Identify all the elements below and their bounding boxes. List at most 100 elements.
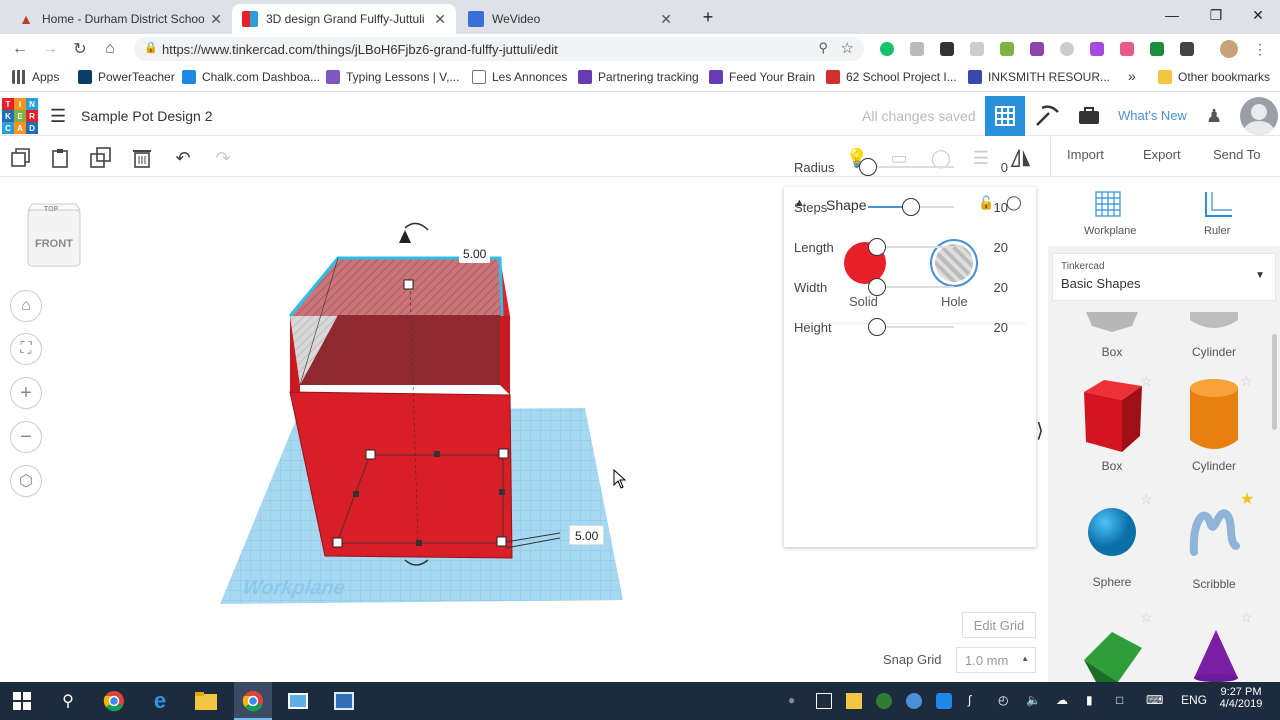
whats-new-link[interactable]: What's New bbox=[1118, 108, 1187, 123]
forward-icon[interactable]: → bbox=[40, 39, 60, 59]
redo-icon[interactable]: ↷ bbox=[212, 147, 234, 169]
home-icon[interactable]: ⌂ bbox=[100, 39, 120, 59]
design-list-icon[interactable]: ☰ bbox=[50, 107, 66, 125]
tray-app-icon[interactable] bbox=[936, 693, 952, 709]
microphone-icon[interactable]: ● bbox=[788, 693, 795, 707]
browser-tab[interactable]: WeVideo ✕ bbox=[458, 4, 682, 34]
duplicate-icon[interactable] bbox=[90, 147, 112, 169]
maximize-icon[interactable]: ❐ bbox=[1194, 0, 1238, 30]
tinkercad-logo[interactable]: T I N K E R C A D bbox=[2, 98, 38, 134]
shape-tile-sphere[interactable]: Sphere bbox=[1062, 506, 1162, 589]
extension-icon[interactable] bbox=[1000, 42, 1014, 56]
windows-start-icon[interactable] bbox=[10, 689, 34, 713]
shape-tile-cylinder[interactable]: Cylinder bbox=[1164, 312, 1264, 359]
delete-icon[interactable] bbox=[131, 147, 153, 169]
slider-knob[interactable] bbox=[867, 278, 886, 296]
param-row-steps[interactable]: Steps 10 bbox=[794, 195, 1024, 219]
wifi-icon[interactable]: ◴ bbox=[998, 693, 1008, 707]
slider-track[interactable] bbox=[868, 166, 954, 168]
workplane-tool-icon[interactable] bbox=[1094, 190, 1122, 221]
param-row-width[interactable]: Width 20 bbox=[794, 275, 1024, 299]
undo-icon[interactable]: ↶ bbox=[172, 147, 194, 169]
import-button[interactable]: Import bbox=[1067, 147, 1104, 162]
minimize-icon[interactable]: — bbox=[1150, 0, 1194, 30]
send-to-button[interactable]: Send To bbox=[1213, 147, 1260, 162]
param-row-height[interactable]: Height 20 bbox=[794, 315, 1024, 339]
file-explorer-icon[interactable] bbox=[194, 689, 218, 713]
briefcase-icon[interactable] bbox=[1078, 107, 1100, 128]
design-title[interactable]: Sample Pot Design 2 bbox=[81, 108, 213, 124]
collapse-panel-chevron-icon[interactable]: ⟩ bbox=[1036, 418, 1044, 443]
panel-scrollbar[interactable] bbox=[1272, 334, 1277, 430]
shape-tile-box[interactable]: Box bbox=[1062, 378, 1162, 473]
new-tab-button[interactable]: + bbox=[686, 2, 730, 32]
volume-icon[interactable]: 🔈 bbox=[1026, 693, 1041, 707]
profile-avatar[interactable] bbox=[1220, 40, 1238, 58]
browser-tab-active[interactable]: 3D design Grand Fulffy-Juttuli | T ✕ bbox=[232, 4, 456, 34]
param-value[interactable]: 20 bbox=[994, 280, 1008, 295]
bookmark-item[interactable]: Partnering tracking bbox=[578, 70, 699, 84]
bookmark-item[interactable]: PowerTeacher bbox=[78, 70, 175, 84]
extension-icon[interactable] bbox=[1060, 42, 1074, 56]
shape-tile-cylinder[interactable]: Cylinder bbox=[1164, 378, 1264, 473]
edit-grid-button[interactable]: Edit Grid bbox=[962, 612, 1036, 638]
avatar[interactable] bbox=[1240, 97, 1278, 135]
shape-tile-cone[interactable] bbox=[1192, 630, 1240, 685]
ruler-tool-icon[interactable] bbox=[1204, 190, 1234, 221]
bookmark-item[interactable]: Typing Lessons | V,... bbox=[326, 70, 459, 84]
favorite-star-icon[interactable]: ☆ bbox=[1240, 609, 1253, 626]
edge-icon[interactable]: e bbox=[148, 688, 172, 713]
param-value[interactable]: 20 bbox=[994, 320, 1008, 335]
zoom-icon[interactable]: ⚲ bbox=[818, 40, 828, 56]
slider-knob[interactable] bbox=[859, 158, 877, 176]
bookmarks-overflow-button[interactable]: » bbox=[1128, 68, 1136, 84]
bookmark-item[interactable]: INKSMITH RESOUR... bbox=[968, 70, 1110, 84]
extension-icon[interactable] bbox=[970, 42, 984, 56]
close-tab-icon[interactable]: ✕ bbox=[210, 11, 222, 28]
chrome-icon[interactable] bbox=[102, 689, 126, 713]
tray-app-icon[interactable] bbox=[906, 693, 922, 709]
param-row-radius[interactable]: Radius 0 bbox=[794, 155, 1024, 179]
shape-tile-scribble[interactable]: Scribble bbox=[1164, 502, 1264, 591]
bookmark-item[interactable]: Apps bbox=[12, 70, 59, 84]
export-button[interactable]: Export bbox=[1143, 147, 1181, 162]
app-icon[interactable] bbox=[286, 689, 310, 713]
param-row-length[interactable]: Length 20 bbox=[794, 235, 1024, 259]
browser-tab[interactable]: ▲ Home - Durham District School B ✕ bbox=[8, 4, 232, 34]
library-select[interactable]: Tinkercad Basic Shapes ▼ bbox=[1052, 253, 1276, 301]
slider-knob[interactable] bbox=[867, 238, 886, 256]
favorite-star-icon[interactable]: ☆ bbox=[1140, 609, 1153, 626]
tray-app-icon[interactable] bbox=[816, 693, 832, 709]
param-value[interactable]: 20 bbox=[994, 240, 1008, 255]
bookmark-star-icon[interactable]: ☆ bbox=[841, 39, 854, 57]
bookmark-item[interactable]: Les Annonces bbox=[472, 70, 567, 84]
grammarly-icon[interactable] bbox=[880, 42, 894, 56]
3d-view-button[interactable] bbox=[985, 96, 1025, 136]
pickaxe-icon[interactable] bbox=[1034, 104, 1060, 131]
slider-knob[interactable] bbox=[867, 318, 886, 336]
slider-knob[interactable] bbox=[902, 198, 920, 216]
dimension-label[interactable]: 5.00 bbox=[459, 245, 491, 263]
active-chrome-app[interactable] bbox=[234, 682, 272, 720]
extension-icon[interactable] bbox=[1150, 42, 1164, 56]
url-input[interactable]: 🔒 https://www.tinkercad.com/things/jLBoH… bbox=[134, 37, 864, 61]
param-value[interactable]: 0 bbox=[1001, 160, 1008, 175]
clock[interactable]: 9:27 PM 4/4/2019 bbox=[1218, 686, 1264, 710]
add-user-icon[interactable]: ♟ bbox=[1206, 106, 1222, 127]
other-bookmarks[interactable]: Other bookmarks bbox=[1158, 70, 1270, 84]
snap-grid-select[interactable]: 1.0 mm ▲ bbox=[956, 647, 1036, 673]
extension-icon[interactable] bbox=[1090, 42, 1104, 56]
battery-icon[interactable]: ▮ bbox=[1086, 693, 1093, 707]
close-tab-icon[interactable]: ✕ bbox=[660, 11, 672, 28]
dimension-label[interactable]: 5.00 bbox=[569, 525, 605, 545]
selected-box-hole[interactable] bbox=[288, 256, 513, 559]
extension-icon[interactable] bbox=[940, 42, 954, 56]
chrome-menu-icon[interactable]: ⋮ bbox=[1250, 39, 1270, 59]
tray-app-icon[interactable] bbox=[846, 693, 862, 709]
search-icon[interactable]: ⚲ bbox=[56, 689, 80, 713]
extension-icon[interactable] bbox=[1180, 42, 1194, 56]
tray-app-icon[interactable] bbox=[876, 693, 892, 709]
rotate-handle-top[interactable] bbox=[399, 222, 429, 243]
keyboard-icon[interactable]: ⌨ bbox=[1146, 693, 1163, 707]
notifications-icon[interactable]: □ bbox=[1116, 693, 1123, 707]
